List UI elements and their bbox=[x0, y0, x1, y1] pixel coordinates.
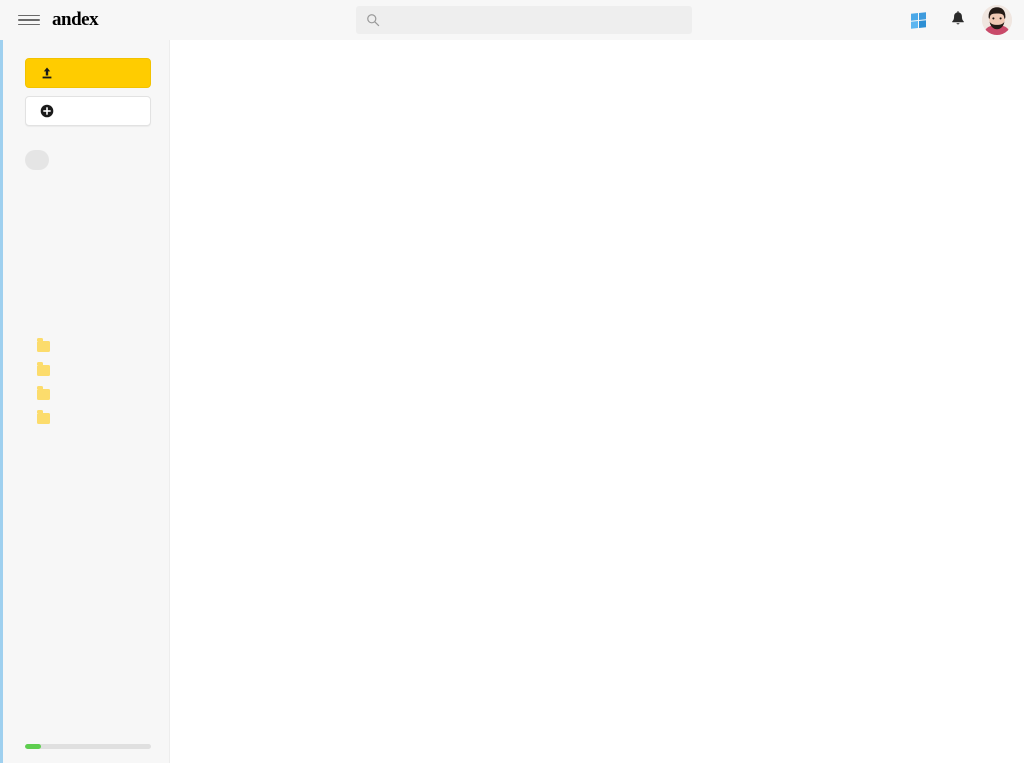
hamburger-icon[interactable] bbox=[18, 12, 40, 28]
search-input[interactable] bbox=[356, 6, 692, 34]
folder-icon bbox=[37, 338, 50, 352]
app-body bbox=[0, 40, 1024, 763]
sidebar-item-trash[interactable] bbox=[3, 292, 169, 316]
avatar-image bbox=[982, 5, 1012, 35]
logo-brand-text: andex bbox=[52, 9, 99, 31]
sidebar-folder-photos-from-social[interactable] bbox=[3, 406, 169, 430]
folder-icon bbox=[37, 362, 50, 376]
sidebar-nav-list bbox=[3, 148, 169, 316]
search-container bbox=[356, 6, 692, 34]
sidebar-item-shared-access[interactable] bbox=[3, 220, 169, 244]
sidebar-item-files[interactable] bbox=[3, 172, 169, 196]
sidebar bbox=[3, 40, 169, 763]
top-header: andex bbox=[0, 0, 1024, 40]
upload-button[interactable] bbox=[25, 58, 151, 88]
upload-icon bbox=[42, 67, 52, 79]
sidebar-folder-list bbox=[3, 334, 169, 430]
sidebar-item-history[interactable] bbox=[3, 244, 169, 268]
logo-brand-rest: andex bbox=[52, 9, 99, 30]
storage-bar-fill bbox=[25, 744, 42, 749]
sidebar-folder-downloads[interactable] bbox=[3, 334, 169, 358]
file-scroll-area[interactable] bbox=[170, 40, 1024, 763]
sidebar-item-photo[interactable] bbox=[3, 196, 169, 220]
header-right-group bbox=[911, 0, 1012, 40]
bell-icon[interactable] bbox=[950, 11, 966, 29]
windows-logo-icon bbox=[911, 11, 926, 29]
sidebar-item-newest-label bbox=[25, 150, 49, 170]
sidebar-item-newest[interactable] bbox=[3, 148, 169, 172]
sidebar-folder-camera-uploads[interactable] bbox=[3, 382, 169, 406]
plus-circle-icon bbox=[40, 104, 54, 118]
folder-icon bbox=[37, 410, 50, 424]
create-button[interactable] bbox=[25, 96, 151, 126]
install-yandex-disk-link[interactable] bbox=[911, 11, 934, 29]
file-browser bbox=[169, 40, 1024, 763]
storage-indicator bbox=[3, 744, 169, 763]
storage-bar bbox=[25, 744, 151, 749]
yandex-disk-logo[interactable]: andex bbox=[52, 9, 103, 31]
user-avatar[interactable] bbox=[982, 5, 1012, 35]
sidebar-item-archive[interactable] bbox=[3, 268, 169, 292]
folder-icon bbox=[37, 386, 50, 400]
yandex-disk-app: andex bbox=[0, 0, 1024, 763]
sidebar-folder-screenshots[interactable] bbox=[3, 358, 169, 382]
